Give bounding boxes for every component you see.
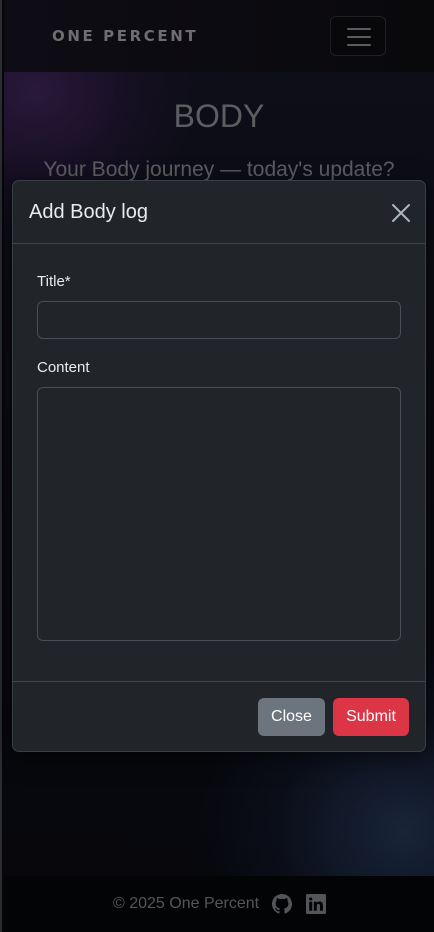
close-x-icon[interactable]: [391, 203, 411, 223]
content-label: Content: [37, 359, 90, 376]
app-frame: ONE PERCENT BODY Your Body journey — tod…: [0, 0, 434, 932]
modal-header: Add Body log: [13, 181, 425, 244]
modal-footer: Close Submit: [13, 681, 425, 753]
modal-title: Add Body log: [29, 201, 148, 223]
close-button[interactable]: Close: [258, 698, 325, 736]
content-textarea[interactable]: [37, 387, 401, 641]
title-input[interactable]: [37, 301, 401, 339]
title-label: Title*: [37, 273, 71, 290]
submit-button[interactable]: Submit: [333, 698, 409, 736]
add-log-modal: Add Body log Title* Content Close Submit: [12, 180, 426, 752]
